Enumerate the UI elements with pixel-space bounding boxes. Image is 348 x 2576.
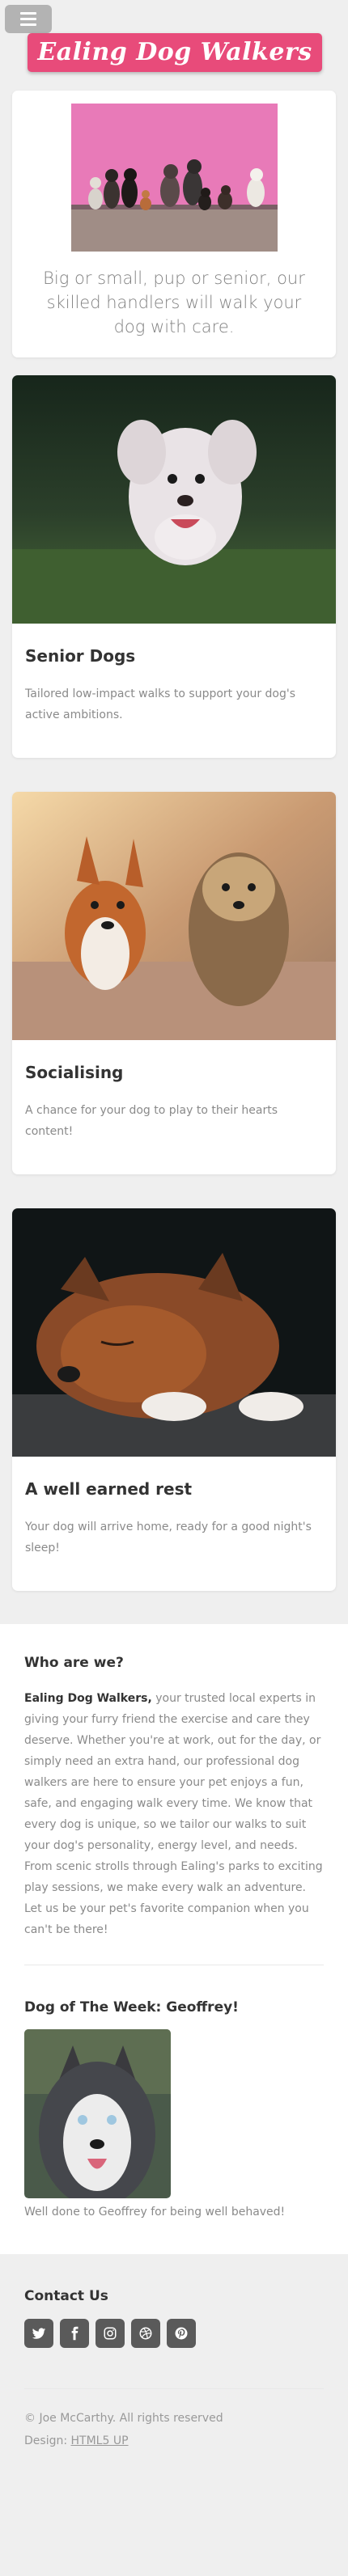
- about-body: your trusted local experts in giving you…: [24, 1692, 323, 1936]
- copyright-text: © Joe McCarthy. All rights reserved: [24, 2412, 223, 2425]
- instagram-icon: [104, 2327, 117, 2340]
- about-section: Who are we? Ealing Dog Walkers, your tru…: [0, 1624, 348, 2254]
- dribbble-link[interactable]: [131, 2319, 160, 2348]
- dog-of-week-heading: Dog of The Week: Geoffrey!: [24, 1999, 239, 2016]
- facebook-icon: [71, 2326, 79, 2341]
- about-brand: Ealing Dog Walkers,: [24, 1692, 152, 1705]
- menu-icon-line: [20, 12, 36, 15]
- design-credit-link[interactable]: HTML5 UP: [71, 2434, 129, 2447]
- menu-icon-line: [20, 23, 36, 26]
- design-credit: Design: HTML5 UP: [24, 2430, 324, 2452]
- feature-description: Tailored low-impact walks to support you…: [25, 687, 296, 721]
- design-credit-label: Design:: [24, 2434, 71, 2447]
- feature-description: A chance for your dog to play to their h…: [25, 1104, 278, 1138]
- about-heading: Who are we?: [24, 1655, 124, 1671]
- sleeping-dog-photo: [12, 1208, 336, 1457]
- menu-toggle-button[interactable]: [5, 5, 52, 33]
- socialising-dogs-photo: [12, 792, 336, 1040]
- feature-title: Socialising: [25, 1063, 124, 1082]
- senior-dog-photo: [12, 375, 336, 624]
- dog-of-week-caption: Well done to Geoffrey for being well beh…: [24, 2206, 286, 2219]
- contact-heading: Contact Us: [24, 2288, 108, 2304]
- footer-divider: [24, 2388, 324, 2389]
- instagram-link[interactable]: [95, 2319, 125, 2348]
- feature-description: Your dog will arrive home, ready for a g…: [25, 1521, 312, 1554]
- hero-card: Big or small, pup or senior, our skilled…: [12, 91, 336, 357]
- dog-of-week-photo: [24, 2029, 171, 2198]
- social-links: [24, 2319, 324, 2348]
- site-footer: Contact Us © Joe McCarthy. All rights re…: [0, 2254, 348, 2485]
- facebook-link[interactable]: [60, 2319, 89, 2348]
- menu-icon-line: [20, 18, 36, 20]
- feature-card-socialising: Socialising A chance for your dog to pla…: [12, 792, 336, 1174]
- feature-title: A well earned rest: [25, 1479, 193, 1499]
- about-text: Ealing Dog Walkers, your trusted local e…: [24, 1688, 324, 1940]
- dog-pack-photo: [70, 104, 278, 252]
- dribbble-icon: [139, 2327, 152, 2340]
- feature-card-senior-dogs: Senior Dogs Tailored low-impact walks to…: [12, 375, 336, 758]
- feature-title: Senior Dogs: [25, 646, 136, 666]
- site-logo-link[interactable]: Ealing Dog Walkers: [28, 33, 322, 72]
- site-header: Ealing Dog Walkers: [0, 0, 348, 79]
- feature-card-rest: A well earned rest Your dog will arrive …: [12, 1208, 336, 1591]
- twitter-link[interactable]: [24, 2319, 53, 2348]
- twitter-icon: [32, 2328, 46, 2339]
- pinterest-link[interactable]: [167, 2319, 196, 2348]
- hero-tagline: Big or small, pup or senior, our skilled…: [43, 269, 305, 336]
- pinterest-icon: [175, 2327, 188, 2340]
